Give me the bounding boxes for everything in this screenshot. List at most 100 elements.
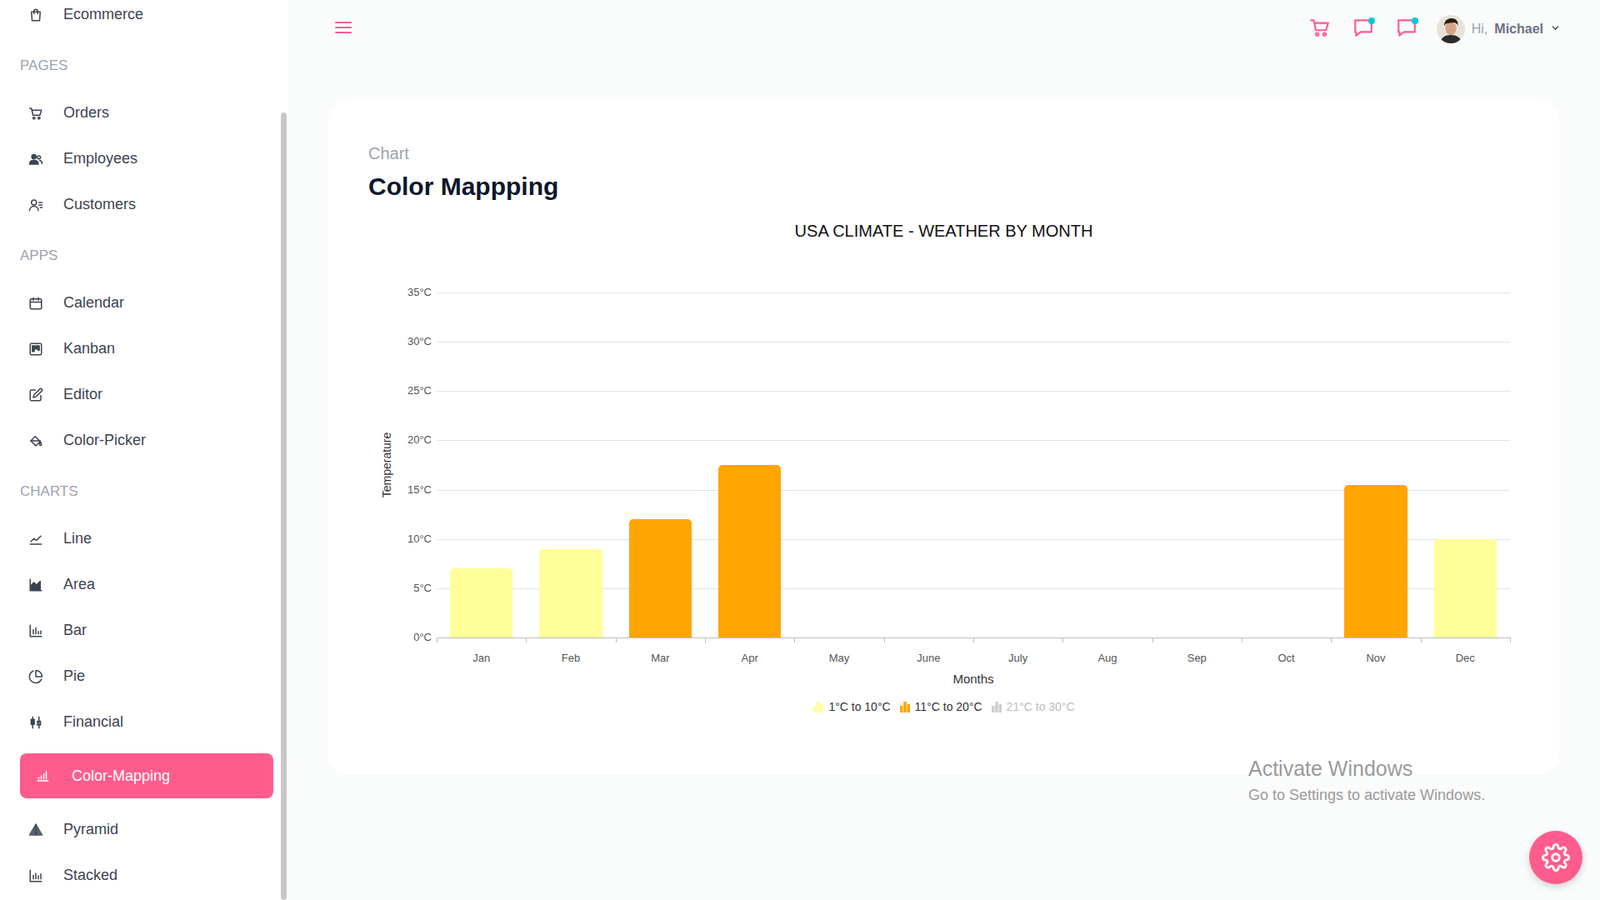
settings-button[interactable]: [1529, 830, 1583, 885]
chevron-down-icon: [1550, 21, 1561, 37]
paint-bucket-icon: [28, 433, 44, 449]
bar-slot: [615, 292, 705, 638]
sidebar-item[interactable]: Kanban: [20, 326, 274, 371]
cart-icon: [28, 105, 44, 121]
avatar-icon: [1436, 15, 1465, 44]
x-tick: [1330, 637, 1332, 643]
gridline: [436, 440, 1510, 441]
stacked-chart-icon: [28, 868, 44, 884]
legend-item[interactable]: 11°C to 20°C: [899, 699, 983, 715]
calendar-icon: [28, 295, 44, 311]
y-axis-labels: 0°C5°C10°C15°C20°C25°C30°C35°C: [405, 292, 432, 638]
x-tick: [525, 637, 527, 643]
kanban-icon: [28, 341, 44, 357]
sidebar-item[interactable]: Bar: [20, 608, 274, 653]
bar[interactable]: [629, 519, 692, 638]
sidebar-item[interactable]: Ecommerce: [20, 0, 274, 37]
legend-item[interactable]: 1°C to 10°C: [812, 699, 890, 715]
legend-item[interactable]: 21°C to 30°C: [990, 699, 1075, 715]
candlestick-icon: [28, 715, 44, 730]
gridline: [436, 292, 1510, 294]
sidebar-item[interactable]: Line: [20, 516, 274, 561]
bar-slot: [436, 292, 526, 638]
y-tick-label: 5°C: [413, 581, 432, 595]
sidebar-item[interactable]: Orders: [20, 90, 274, 135]
bar[interactable]: [450, 568, 513, 638]
sidebar-menu: EcommercePAGESOrdersEmployeesCustomersAP…: [0, 0, 289, 899]
navbar-actions: Hi,Michael: [1303, 12, 1561, 46]
sidebar-item[interactable]: Stacked: [20, 853, 274, 898]
gridline: [436, 341, 1510, 343]
navbar: Hi,Michael: [288, 0, 1600, 59]
chart-body: Temperature0°C5°C10°C15°C20°C25°C30°C35°…: [368, 292, 1520, 639]
x-tick: [1062, 637, 1064, 643]
y-tick-label: 30°C: [407, 335, 432, 349]
sidebar-item[interactable]: Area: [20, 562, 274, 607]
sidebar-item[interactable]: Employees: [20, 136, 274, 181]
menu-button[interactable]: [331, 12, 355, 46]
chat-button[interactable]: [1346, 12, 1380, 46]
sidebar: EcommercePAGESOrdersEmployeesCustomersAP…: [0, 0, 289, 900]
y-axis-title: Temperature: [380, 432, 394, 499]
watermark-subtitle: Go to Settings to activate Windows.: [1248, 785, 1485, 805]
sidebar-item-label: Orders: [63, 104, 110, 122]
badge-holder: [1390, 12, 1424, 46]
legend-bar-icon: [812, 700, 825, 713]
badge-holder: [1303, 12, 1337, 46]
plot-area: [436, 292, 1510, 639]
sidebar-item-label: Bar: [63, 621, 87, 640]
x-tick-label: July: [973, 651, 1063, 665]
x-tick: [1510, 637, 1511, 643]
x-tick-label: Dec: [1420, 651, 1510, 665]
legend-bar-icon: [899, 700, 911, 713]
notification-button[interactable]: [1390, 12, 1424, 46]
bar[interactable]: [1344, 485, 1407, 638]
sidebar-item-label: Pie: [63, 667, 85, 685]
x-tick: [615, 637, 617, 643]
scrollbar[interactable]: [280, 112, 287, 900]
sidebar-item-label: Color-Mapping: [71, 767, 170, 785]
bar-slot: [1420, 292, 1510, 638]
y-tick-label: 35°C: [407, 285, 432, 300]
x-tick-label: Apr: [705, 651, 795, 665]
sidebar-item[interactable]: Pie: [20, 654, 274, 699]
cart-button[interactable]: [1303, 12, 1337, 46]
gear-icon: [1541, 843, 1570, 872]
y-tick-label: 25°C: [407, 384, 432, 398]
x-tick-label: May: [794, 651, 884, 665]
bar-slot: [794, 292, 884, 638]
x-tick-label: Jan: [436, 651, 526, 665]
user-menu[interactable]: Hi,Michael: [1436, 15, 1561, 44]
bar[interactable]: [539, 549, 602, 638]
customer-icon: [28, 197, 44, 213]
x-tick-label: Feb: [525, 651, 615, 665]
sidebar-item[interactable]: Calendar: [20, 280, 274, 325]
bar[interactable]: [718, 465, 781, 638]
legend-label: 11°C to 20°C: [915, 699, 983, 715]
y-tick-label: 15°C: [407, 483, 432, 497]
area-chart-icon: [28, 577, 44, 593]
sidebar-item[interactable]: Financial: [20, 700, 274, 745]
x-axis-labels: JanFebMarAprMayJuneJulyAugSepOctNovDec: [436, 651, 1510, 665]
bar-slot: [1330, 292, 1420, 638]
badge-holder: [1346, 12, 1380, 46]
y-axis-title-holder: Temperature: [368, 292, 405, 638]
page-title: Color Mappping: [368, 170, 1520, 204]
pie-chart-icon: [28, 669, 44, 685]
sidebar-item[interactable]: Pyramid: [20, 807, 274, 852]
sidebar-item-label: Kanban: [63, 340, 115, 358]
bar-slot: [705, 292, 795, 638]
x-tick-label: Oct: [1241, 651, 1331, 665]
sidebar-item[interactable]: Color-Mapping: [20, 753, 274, 799]
x-axis-title: Months: [436, 671, 1510, 687]
sidebar-item[interactable]: Color-Picker: [20, 418, 274, 463]
x-tick: [436, 637, 438, 643]
sidebar-item[interactable]: Editor: [20, 372, 274, 417]
bar[interactable]: [1434, 539, 1497, 638]
watermark-title: Activate Windows: [1248, 755, 1485, 782]
y-tick-label: 10°C: [407, 532, 432, 546]
sidebar-item-label: Financial: [63, 713, 124, 731]
gridline: [436, 390, 1510, 392]
x-tick-label: Mar: [615, 651, 705, 665]
sidebar-item[interactable]: Customers: [20, 182, 274, 227]
